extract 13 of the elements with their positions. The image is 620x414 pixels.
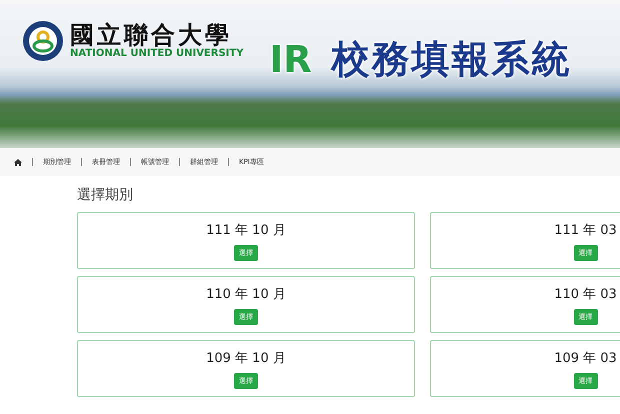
period-title: 110 年 03: [554, 286, 617, 302]
university-logo-icon: [22, 20, 64, 62]
period-title: 109 年 03: [554, 350, 617, 366]
section-heading: 選擇期別: [77, 186, 133, 204]
period-title: 111 年 10 月: [206, 222, 286, 238]
system-prefix: IR: [269, 40, 312, 78]
university-name-english: NATIONAL UNITED UNIVERSITY: [70, 49, 244, 59]
period-title: 109 年 10 月: [206, 350, 286, 366]
period-title: 111 年 03: [554, 222, 617, 238]
home-icon[interactable]: [14, 158, 22, 166]
system-title: 校務填報系統: [332, 40, 572, 78]
university-name: 國立聯合大學: [70, 23, 232, 47]
period-title: 110 年 10 月: [206, 286, 286, 302]
